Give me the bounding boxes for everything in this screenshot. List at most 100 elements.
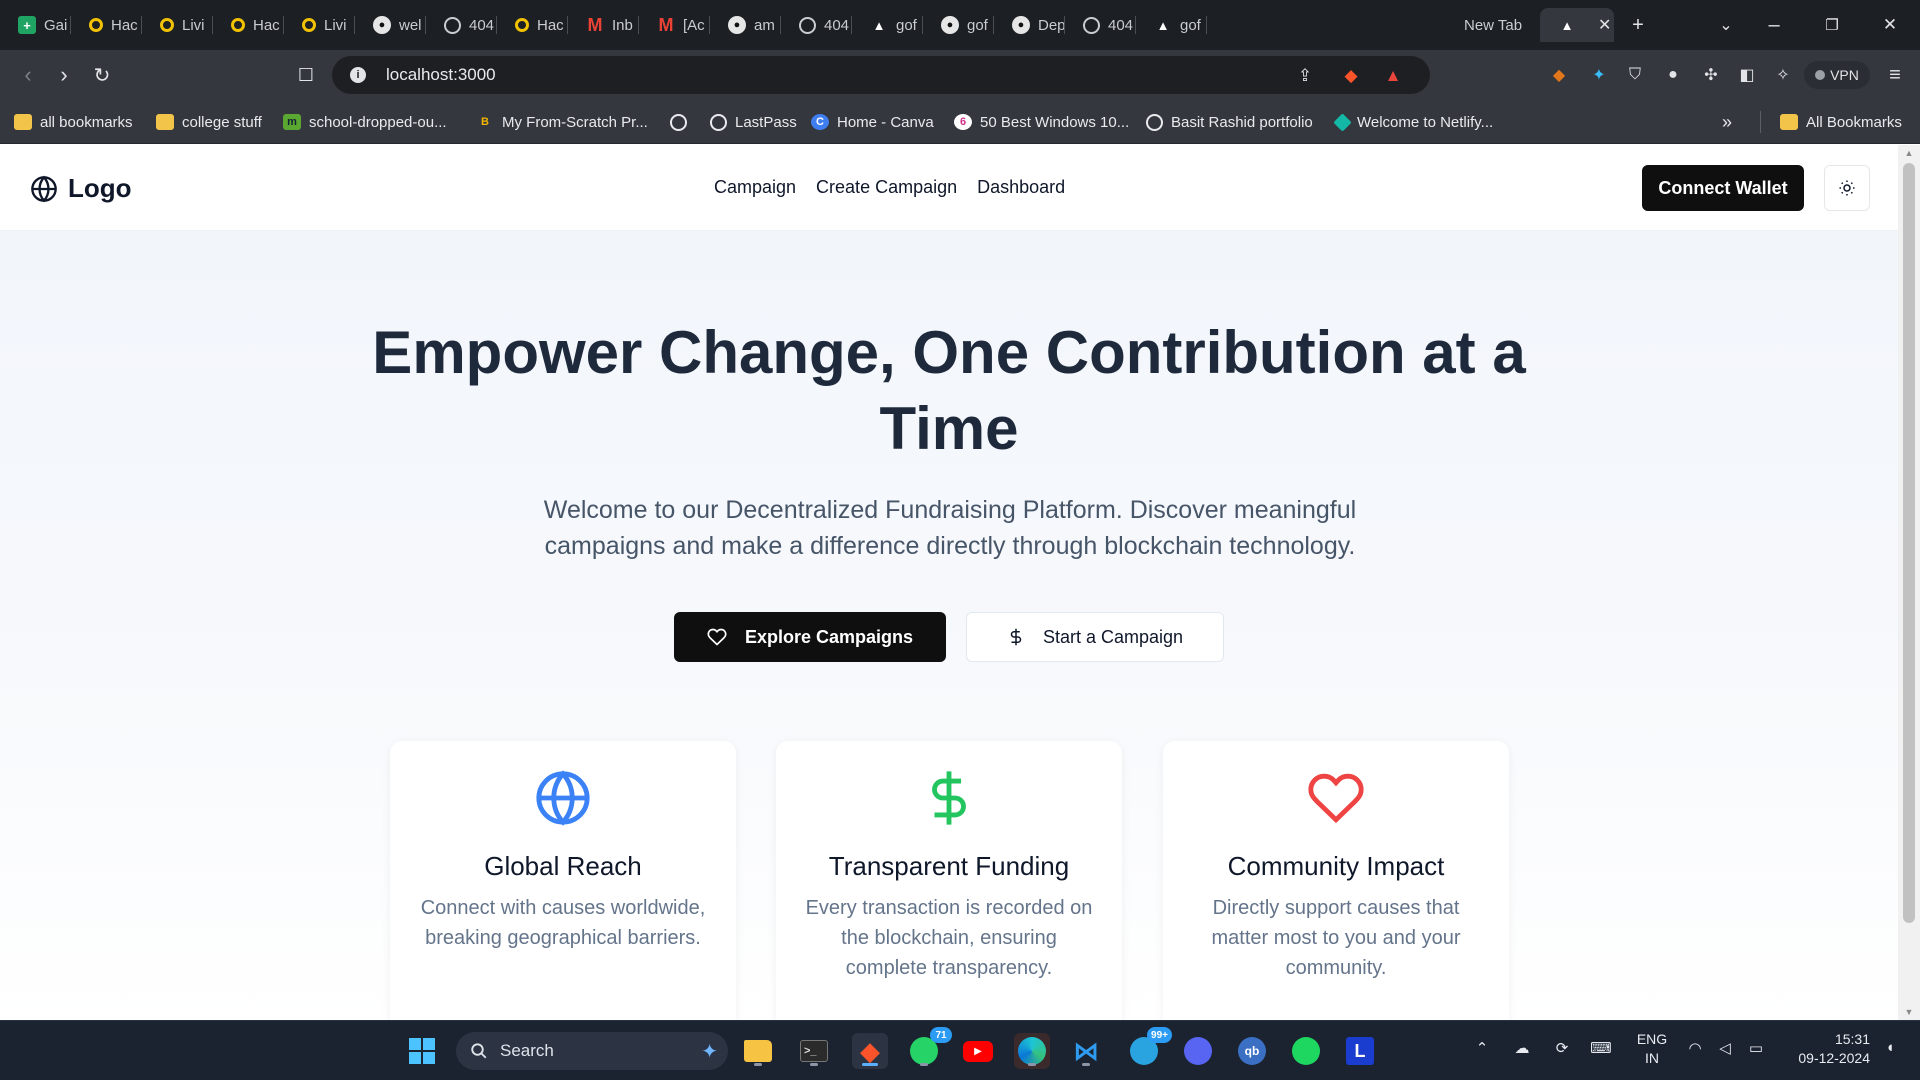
bookmark-item[interactable]: m school-dropped-ou... (283, 111, 447, 133)
metamask-icon[interactable]: ◆ (1548, 64, 1570, 86)
battery-icon[interactable]: ▭ (1744, 1039, 1768, 1057)
menu-icon[interactable]: ≡ (1884, 64, 1906, 86)
tab[interactable]: Hac (71, 8, 142, 42)
reload-icon[interactable]: ↻ (86, 59, 118, 91)
tab[interactable]: ● gof (923, 8, 994, 42)
restore-button[interactable]: ❐ (1814, 8, 1850, 42)
bookmark-item[interactable]: Basit Rashid portfolio (1146, 111, 1313, 133)
scroll-down-icon[interactable]: ▼ (1898, 1004, 1920, 1020)
bookmark-item[interactable]: all bookmarks (14, 111, 133, 133)
folder-icon (744, 1040, 772, 1062)
edge-app[interactable] (1014, 1033, 1050, 1069)
tab[interactable]: + Gai (0, 8, 71, 42)
bookmark-item[interactable]: college stuff (156, 111, 262, 133)
tab[interactable]: Livi (284, 8, 355, 42)
folder-icon (14, 114, 32, 130)
nav-dashboard[interactable]: Dashboard (977, 177, 1065, 198)
tab[interactable]: New Tab (1448, 8, 1540, 42)
sidebar-icon[interactable]: ◧ (1736, 64, 1758, 86)
spotify-app[interactable] (1288, 1033, 1324, 1069)
globe-icon (31, 175, 57, 202)
share-icon[interactable]: ⇪ (1294, 65, 1316, 87)
sync-icon[interactable]: ⟳ (1550, 1039, 1574, 1057)
tab[interactable]: Livi (142, 8, 213, 42)
spotify-icon (1292, 1037, 1320, 1065)
wifi-icon[interactable]: ◠ (1684, 1039, 1706, 1057)
qbittorrent-app[interactable]: qb (1234, 1033, 1270, 1069)
tab[interactable]: ● am (710, 8, 781, 42)
nav-campaign[interactable]: Campaign (714, 177, 796, 198)
brave-rewards-icon[interactable]: ▲ (1382, 65, 1404, 87)
tab[interactable]: 404 (781, 8, 852, 42)
extension-icon[interactable]: ● (1662, 64, 1684, 86)
forward-icon[interactable]: › (48, 59, 80, 91)
youtube-app[interactable]: ▶ (960, 1033, 996, 1069)
bookmark-icon[interactable]: ☐ (290, 59, 322, 91)
page-scrollbar[interactable]: ▲ ▼ (1898, 145, 1920, 1020)
taskbar-search[interactable]: Search ✦ (456, 1032, 728, 1070)
bookmark-item[interactable]: LastPass (710, 111, 797, 133)
start-campaign-button[interactable]: Start a Campaign (966, 612, 1224, 662)
tab[interactable]: Hac (497, 8, 568, 42)
volume-icon[interactable]: ◁ (1714, 1039, 1736, 1057)
hack-icon (231, 18, 245, 32)
scroll-up-icon[interactable]: ▲ (1898, 145, 1920, 161)
file-explorer-app[interactable] (740, 1033, 776, 1069)
vpn-button[interactable]: VPN (1804, 61, 1870, 89)
brave-app[interactable]: ◆ (852, 1033, 888, 1069)
tab[interactable]: ● wel (355, 8, 426, 42)
tab[interactable]: ▲ gof (1136, 8, 1207, 42)
clock[interactable]: 15:31 09-12-2024 (1780, 1030, 1870, 1068)
nav-create-campaign[interactable]: Create Campaign (816, 177, 957, 198)
color-extension-icon[interactable]: ✦ (1588, 64, 1610, 86)
leo-ai-icon[interactable]: ✧ (1772, 64, 1794, 86)
language-indicator[interactable]: ENG IN (1632, 1030, 1672, 1068)
bookmark-item[interactable]: 6 50 Best Windows 10... (954, 111, 1129, 133)
folder-icon (1780, 114, 1798, 130)
close-window-button[interactable]: ✕ (1872, 8, 1908, 42)
terminal-app[interactable]: >_ (796, 1033, 832, 1069)
bookmark-item[interactable]: B My From-Scratch Pr... (476, 111, 648, 133)
tab[interactable]: M [Ac (639, 8, 710, 42)
bookmarks-overflow-button[interactable]: » (1722, 111, 1732, 133)
browser-toolbar: ‹ › ↻ ☐ i localhost:3000 ⇪ ◆ ▲ ◆ ✦ ⛉ ● ✣… (0, 50, 1920, 100)
scrollbar-thumb[interactable] (1903, 163, 1915, 923)
show-hidden-icons-icon[interactable]: ⌃ (1472, 1039, 1492, 1057)
vscode-app[interactable]: ⋈ (1068, 1033, 1104, 1069)
extensions-puzzle-icon[interactable]: ✣ (1700, 64, 1722, 86)
address-bar[interactable]: i localhost:3000 (332, 56, 1430, 94)
all-bookmarks-button[interactable]: All Bookmarks (1780, 111, 1902, 133)
bookmark-item[interactable]: C Home - Canva (811, 111, 934, 133)
back-icon[interactable]: ‹ (12, 59, 44, 91)
connect-wallet-button[interactable]: Connect Wallet (1642, 165, 1804, 211)
tab[interactable]: 404 (1065, 8, 1136, 42)
notification-bell-icon[interactable]: ◖ (1880, 1039, 1900, 1056)
tab-active[interactable]: ▲ ✕ (1540, 8, 1614, 42)
tab[interactable]: 404 (426, 8, 497, 42)
cloud-icon[interactable]: ☁ (1510, 1039, 1534, 1057)
minimize-button[interactable]: – (1756, 8, 1792, 42)
explore-campaigns-button[interactable]: Explore Campaigns (674, 612, 946, 662)
bookmark-item[interactable]: Welcome to Netlify... (1333, 111, 1493, 133)
tab-search-icon[interactable]: ⌄ (1708, 8, 1744, 42)
brave-shields-icon[interactable]: ◆ (1340, 65, 1362, 87)
tab[interactable]: ▲ gof (852, 8, 923, 42)
site-logo[interactable]: Logo (30, 173, 132, 204)
telegram-app[interactable]: 99+ (1126, 1027, 1172, 1069)
keyboard-icon[interactable]: ⌨ (1588, 1039, 1614, 1057)
tab[interactable] (1207, 8, 1463, 42)
tab[interactable]: ● Dep (994, 8, 1065, 42)
bookmarks-divider (1760, 111, 1761, 133)
shield-extension-icon[interactable]: ⛉ (1624, 64, 1646, 86)
discord-app[interactable] (1180, 1033, 1216, 1069)
new-tab-button[interactable]: + (1620, 8, 1656, 42)
tab[interactable]: M Inb (568, 8, 639, 42)
start-button[interactable] (404, 1033, 440, 1069)
l-app[interactable]: L (1342, 1033, 1378, 1069)
theme-toggle-button[interactable] (1824, 165, 1870, 211)
tab[interactable]: Hac (213, 8, 284, 42)
site-info-icon[interactable]: i (350, 67, 366, 83)
bookmark-item[interactable] (670, 111, 695, 133)
close-tab-icon[interactable]: ✕ (1598, 15, 1611, 35)
whatsapp-app[interactable]: 71 (906, 1027, 952, 1069)
